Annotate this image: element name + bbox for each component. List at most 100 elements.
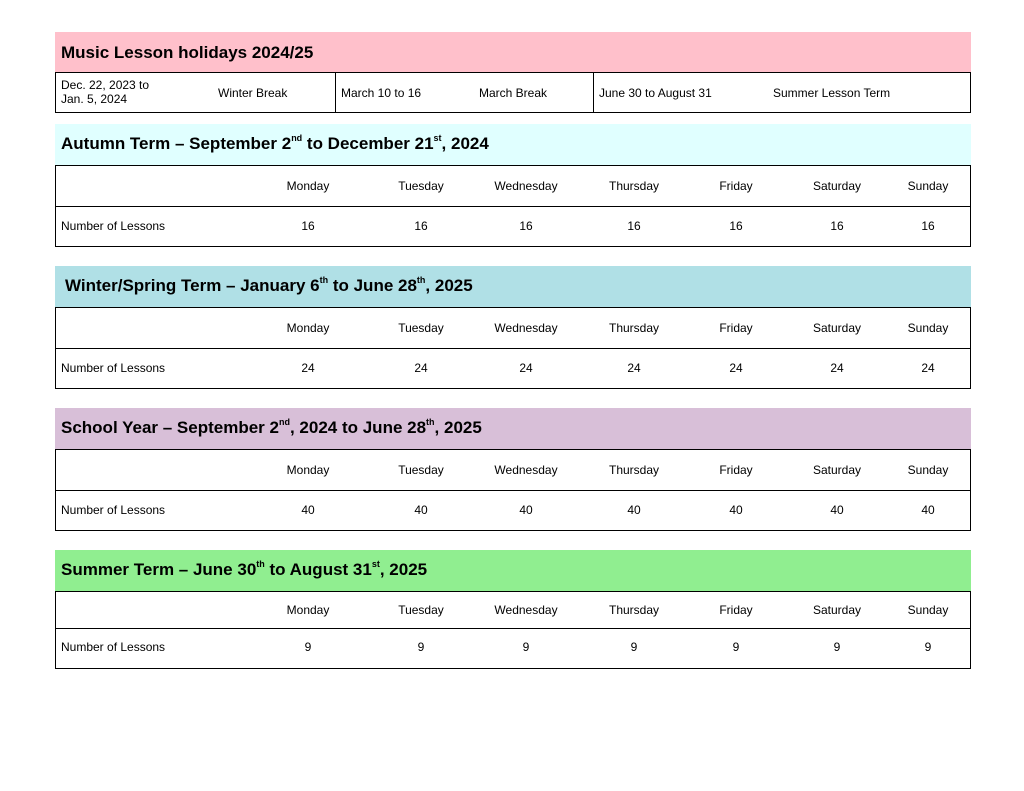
lesson-count: 40 — [729, 503, 743, 517]
day-header: Sunday — [907, 463, 949, 477]
number-of-lessons-label: Number of Lessons — [61, 640, 166, 654]
lesson-count: 16 — [729, 219, 743, 233]
lesson-count: 16 — [921, 219, 935, 233]
winter-break-label: Winter Break — [218, 86, 288, 100]
holidays-row: Dec. 22, 2023 to Jan. 5, 2024 Winter Bre… — [55, 72, 971, 113]
day-header: Saturday — [812, 603, 862, 617]
row-divider — [56, 206, 970, 207]
lesson-count: 24 — [301, 361, 315, 375]
lesson-count: 24 — [627, 361, 641, 375]
holidays-title: Music Lesson holidays 2024/25 — [55, 32, 971, 72]
lesson-count: 24 — [414, 361, 428, 375]
day-header: Sunday — [907, 179, 949, 193]
lesson-count: 16 — [830, 219, 844, 233]
term-title-sup: th — [319, 275, 329, 285]
lesson-count: 16 — [519, 219, 533, 233]
day-header: Tuesday — [398, 463, 444, 477]
day-header: Friday — [719, 603, 753, 617]
term-title-sup: th — [256, 559, 265, 569]
lesson-count: 9 — [522, 640, 530, 654]
lesson-count: 24 — [729, 361, 743, 375]
day-header: Saturday — [812, 321, 862, 335]
lesson-count: 40 — [519, 503, 533, 517]
lesson-count: 9 — [924, 640, 932, 654]
lesson-count: 40 — [921, 503, 935, 517]
lesson-count: 9 — [417, 640, 425, 654]
number-of-lessons-label: Number of Lessons — [61, 503, 166, 517]
day-header: Monday — [286, 603, 330, 617]
winter-break-dates-line2: Jan. 5, 2024 — [61, 92, 128, 106]
term-title-sup: st — [433, 133, 442, 143]
summer-term-label: Summer Lesson Term — [773, 86, 891, 100]
lesson-count: 16 — [414, 219, 428, 233]
lesson-count: 9 — [732, 640, 740, 654]
term-title-part: Summer Term – June 30 — [61, 560, 257, 579]
number-of-lessons-label: Number of Lessons — [61, 361, 166, 375]
term-title: Winter/Spring Term – January 6th to June… — [55, 266, 971, 307]
term-title: Summer Term – June 30th to August 31st, … — [55, 550, 971, 591]
term-title-part: School Year – September 2 — [61, 418, 279, 437]
term-title-part: Autumn Term – September 2 — [61, 134, 292, 153]
term-title: School Year – September 2nd, 2024 to Jun… — [55, 408, 971, 449]
lesson-count: 40 — [830, 503, 844, 517]
lesson-count: 9 — [833, 640, 841, 654]
holiday-divider — [593, 73, 594, 112]
term-title-sup: nd — [291, 133, 303, 143]
day-header: Friday — [719, 321, 753, 335]
term-title-sup: nd — [278, 417, 290, 427]
term-title-part: to December 21 — [302, 134, 434, 153]
lesson-count: 16 — [301, 219, 315, 233]
term-title-sup: th — [416, 275, 426, 285]
day-header: Monday — [286, 463, 330, 477]
day-header: Monday — [286, 321, 330, 335]
term-title-part: to August 31 — [264, 560, 372, 579]
day-header: Friday — [719, 463, 753, 477]
lesson-count: 24 — [921, 361, 935, 375]
term-title-part: , 2025 — [434, 418, 482, 437]
winter-break-dates-line1: Dec. 22, 2023 to — [61, 78, 150, 92]
lesson-count: 40 — [627, 503, 641, 517]
day-header: Tuesday — [398, 603, 444, 617]
day-header: Wednesday — [494, 603, 558, 617]
lesson-count: 24 — [519, 361, 533, 375]
row-divider — [56, 490, 970, 491]
number-of-lessons-label: Number of Lessons — [61, 219, 166, 233]
lessons-table: Monday 24 Tuesday 24 Wednesday 24 Thursday 24 Fr… — [55, 307, 971, 389]
day-header: Thursday — [608, 179, 660, 193]
term-title-sup: th — [426, 417, 435, 427]
day-header: Saturday — [812, 463, 862, 477]
day-header: Tuesday — [398, 179, 444, 193]
day-header: Wednesday — [494, 321, 558, 335]
day-header: Wednesday — [494, 179, 558, 193]
term-title-part: Winter/Spring Term – January 6 — [65, 276, 320, 295]
term-title-sup: st — [371, 559, 380, 569]
lesson-count: 9 — [630, 640, 638, 654]
lesson-count: 9 — [304, 640, 312, 654]
lessons-table: Monday 9 Tuesday 9 Wednesday 9 Thursday 9 Friday… — [55, 591, 971, 669]
day-header: Sunday — [907, 603, 949, 617]
row-divider — [56, 628, 970, 629]
day-header: Tuesday — [398, 321, 444, 335]
term-title-part: , 2025 — [379, 560, 428, 579]
day-header: Wednesday — [494, 463, 558, 477]
lessons-table: Monday 16 Tuesday 16 Wednesday 16 Thursday 16 Fr… — [55, 165, 971, 247]
term-title-part: , 2024 to June 28 — [289, 418, 427, 437]
term-title: Autumn Term – September 2nd to December … — [55, 124, 971, 165]
lesson-count: 24 — [830, 361, 844, 375]
lesson-count: 16 — [627, 219, 641, 233]
holiday-divider — [335, 73, 336, 112]
day-header: Friday — [719, 179, 753, 193]
day-header: Thursday — [608, 463, 660, 477]
summer-dates: June 30 to August 31 — [599, 86, 712, 100]
term-title-part: , 2025 — [425, 276, 473, 295]
day-header: Sunday — [907, 321, 949, 335]
lesson-count: 40 — [301, 503, 315, 517]
winter-break-dates: Dec. 22, 2023 to Jan. 5, 2024 — [61, 78, 149, 106]
day-header: Thursday — [608, 321, 660, 335]
day-header: Monday — [286, 179, 330, 193]
lesson-count: 40 — [414, 503, 428, 517]
term-title-part: , 2024 — [441, 134, 489, 153]
lessons-table: Monday 40 Tuesday 40 Wednesday 40 Thursday 40 Fr… — [55, 449, 971, 531]
term-title-part: to June 28 — [328, 276, 417, 295]
march-break-dates: March 10 to 16 — [341, 86, 422, 100]
